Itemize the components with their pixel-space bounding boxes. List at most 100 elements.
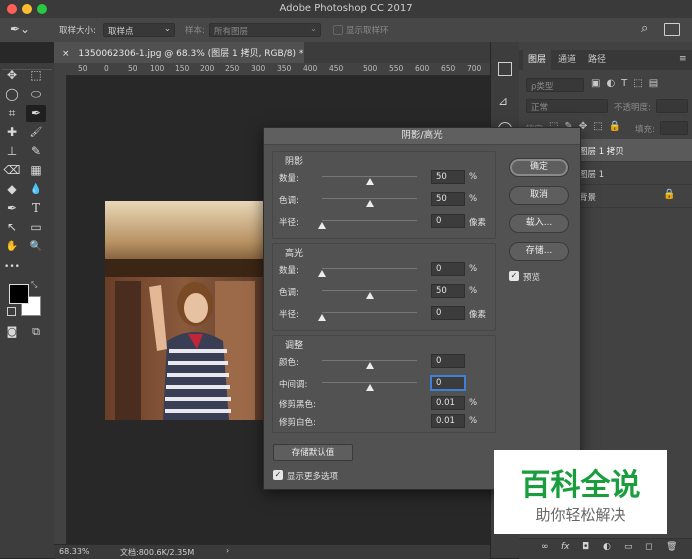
opacity-input[interactable] xyxy=(656,99,688,113)
color-correction-slider[interactable] xyxy=(322,360,417,369)
save-defaults-button[interactable]: 存储默认值 xyxy=(273,444,353,461)
shadows-group-title: 阴影 xyxy=(285,157,304,167)
path-selection-tool-icon[interactable]: ↖ xyxy=(2,219,22,236)
search-icon[interactable]: ⌕ xyxy=(641,21,648,36)
clip-white-input[interactable]: 0.01 xyxy=(431,414,465,428)
options-bar: ✒⌄ 取样大小: 取样点 ⌄ 样本: 所有图层 ⌄ 显示取样环 ⌕ xyxy=(0,18,692,43)
zoom-level[interactable]: 68.33% xyxy=(59,547,90,556)
shadow-amount-input[interactable]: 50 xyxy=(431,170,465,184)
shadow-amount-label: 数量: xyxy=(279,174,299,184)
panel-menu-icon[interactable]: ≡ xyxy=(679,54,687,64)
type-tool-icon[interactable]: T xyxy=(26,200,46,217)
midtone-slider[interactable] xyxy=(322,382,417,391)
slider-thumb[interactable] xyxy=(365,292,374,299)
sample-layers-select[interactable]: 所有图层 ⌄ xyxy=(209,23,321,37)
highlight-amount-input[interactable]: 0 xyxy=(431,262,465,276)
adjustments-group-title: 调整 xyxy=(285,341,304,351)
horizontal-ruler[interactable]: 50 0 50 100 150 200 250 300 350 400 450 … xyxy=(54,63,490,76)
lasso-tool-icon[interactable]: ◯ xyxy=(2,86,22,103)
new-group-icon[interactable]: ▭ xyxy=(624,542,633,552)
marquee-tool-icon[interactable]: ⬚ xyxy=(26,67,46,84)
hand-tool-icon[interactable]: ✋ xyxy=(2,238,22,255)
chevron-down-icon: ⌄ xyxy=(163,24,171,34)
trash-icon[interactable]: 🗑 xyxy=(666,542,677,552)
adjustments-group: 调整 颜色: 0 中间调: 0 修剪黑色: 0.01 % 修剪白色: 0.01 … xyxy=(272,335,496,433)
highlight-radius-label: 半径: xyxy=(279,310,299,320)
show-more-options-checkbox[interactable]: ✓ xyxy=(273,470,283,480)
document-tab[interactable]: × 1350062306-1.jpg @ 68.3% (图层 1 拷贝, RGB… xyxy=(54,42,304,63)
shadow-radius-slider[interactable] xyxy=(318,220,417,229)
slider-thumb[interactable] xyxy=(318,270,326,277)
layer-mask-icon[interactable]: ◘ xyxy=(582,542,589,552)
shadow-tone-slider[interactable] xyxy=(322,198,417,207)
properties-panel-icon[interactable]: ⊿ xyxy=(498,94,508,108)
swap-colors-icon[interactable]: ⤡ xyxy=(31,280,37,290)
sample-size-select[interactable]: 取样点 ⌄ xyxy=(103,23,175,37)
highlight-radius-input[interactable]: 0 xyxy=(431,306,465,320)
quick-select-tool-icon[interactable]: ⬭ xyxy=(26,86,46,103)
clone-stamp-tool-icon[interactable]: ⊥ xyxy=(2,143,22,160)
crop-tool-icon[interactable]: ⌗ xyxy=(2,105,22,122)
workspace-icon[interactable] xyxy=(664,23,680,36)
shadow-tone-input[interactable]: 50 xyxy=(431,192,465,206)
default-colors-icon[interactable] xyxy=(7,307,16,316)
more-tools-icon[interactable]: ••• xyxy=(2,259,22,276)
adjustment-layer-icon[interactable]: ◐ xyxy=(603,542,611,552)
color-correction-input[interactable]: 0 xyxy=(431,354,465,368)
slider-thumb[interactable] xyxy=(365,362,374,369)
highlight-tone-input[interactable]: 50 xyxy=(431,284,465,298)
quick-mask-icon[interactable]: ◙ xyxy=(2,323,22,340)
fill-input[interactable] xyxy=(660,121,688,135)
highlight-tone-slider[interactable] xyxy=(322,290,417,299)
link-layers-icon[interactable]: ∞ xyxy=(541,542,549,552)
blend-mode-select[interactable]: 正常 xyxy=(526,99,608,113)
move-tool-icon[interactable]: ✥ xyxy=(2,67,22,84)
eraser-tool-icon[interactable]: ⌫ xyxy=(2,162,22,179)
sample-layers-value: 所有图层 xyxy=(214,27,249,37)
highlight-radius-slider[interactable] xyxy=(318,312,417,321)
slider-thumb[interactable] xyxy=(318,222,326,229)
layer-kind-filter[interactable]: ρ类型 xyxy=(526,78,584,92)
tab-layers[interactable]: 图层 xyxy=(523,50,551,70)
save-button[interactable]: 存储... xyxy=(509,242,569,261)
filter-icons[interactable]: ▣◐T⬚▤ xyxy=(591,78,664,89)
preview-checkbox[interactable]: ✓ xyxy=(509,271,519,281)
slider-thumb[interactable] xyxy=(365,384,374,391)
slider-thumb[interactable] xyxy=(365,178,374,185)
healing-brush-tool-icon[interactable]: ✚ xyxy=(2,124,22,141)
sample-label: 样本: xyxy=(185,26,205,36)
history-panel-icon[interactable] xyxy=(498,62,512,76)
slider-thumb[interactable] xyxy=(365,200,374,207)
shadow-amount-slider[interactable] xyxy=(322,176,417,185)
rectangle-tool-icon[interactable]: ▭ xyxy=(26,219,46,236)
blur-tool-icon[interactable]: ◆ xyxy=(2,181,22,198)
slider-thumb[interactable] xyxy=(318,314,326,321)
zoom-tool-icon[interactable]: 🔍 xyxy=(26,238,46,255)
cancel-button[interactable]: 取消 xyxy=(509,186,569,205)
new-layer-icon[interactable]: ◻ xyxy=(645,542,652,552)
highlights-group-title: 高光 xyxy=(285,249,304,259)
dodge-tool-icon[interactable]: 💧 xyxy=(26,181,46,198)
status-menu-arrow[interactable]: › xyxy=(226,546,229,555)
ok-button[interactable]: 确定 xyxy=(509,158,569,177)
sample-ring-checkbox[interactable] xyxy=(333,25,343,35)
load-button[interactable]: 载入... xyxy=(509,214,569,233)
midtone-input[interactable]: 0 xyxy=(431,376,465,390)
eyedropper-tool-preset-icon[interactable]: ✒⌄ xyxy=(10,22,30,36)
pen-tool-icon[interactable]: ✒ xyxy=(2,200,22,217)
tab-channels[interactable]: 通道 xyxy=(553,50,581,70)
shadows-group: 阴影 数量: 50 % 色调: 50 % 半径: 0 像素 xyxy=(272,151,496,239)
clip-black-input[interactable]: 0.01 xyxy=(431,396,465,410)
eyedropper-tool-icon[interactable]: ✒ xyxy=(26,105,46,122)
screen-mode-icon[interactable]: ⧉ xyxy=(26,323,46,340)
highlight-amount-slider[interactable] xyxy=(318,268,417,277)
layer-style-icon[interactable]: fx xyxy=(561,542,570,552)
history-brush-tool-icon[interactable]: ✎ xyxy=(26,143,46,160)
gradient-tool-icon[interactable]: ▦ xyxy=(26,162,46,179)
brush-tool-icon[interactable]: 🖌 xyxy=(26,124,46,141)
close-tab-icon[interactable]: × xyxy=(62,49,70,59)
shadow-radius-input[interactable]: 0 xyxy=(431,214,465,228)
tab-paths[interactable]: 路径 xyxy=(583,50,611,70)
vertical-ruler[interactable] xyxy=(54,75,67,544)
foreground-color-swatch[interactable] xyxy=(9,284,29,304)
